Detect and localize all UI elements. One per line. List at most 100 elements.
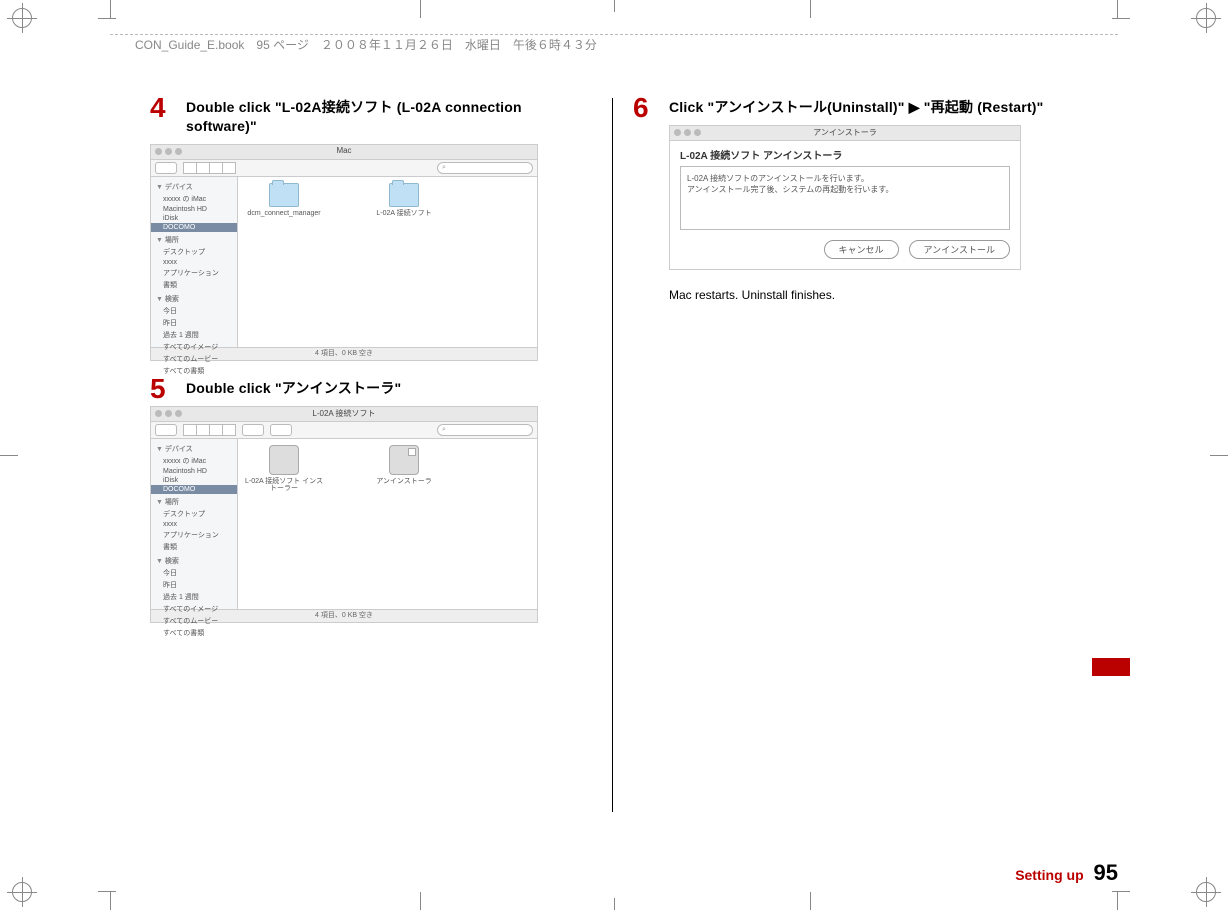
sidebar-item: xxxxx の iMac	[151, 455, 237, 467]
crop-mark	[0, 455, 18, 456]
sidebar-heading: ▼ デバイス	[151, 179, 237, 193]
item-label: L-02A 接続ソフト インストーラー	[244, 478, 324, 493]
page-footer: Setting up 95	[1015, 860, 1118, 886]
finder-main-pane: dcm_connect_manager L-02A 接続ソフト	[238, 177, 537, 347]
registration-mark	[1196, 882, 1216, 902]
quicklook-icon	[242, 424, 264, 436]
installer-item: L-02A 接続ソフト インストーラー	[244, 445, 324, 493]
sidebar-heading: ▼ 検索	[151, 553, 237, 567]
dialog-line: L-02A 接続ソフトのアンインストールを行います。	[687, 173, 1003, 184]
sidebar-item: すべてのイメージ	[151, 603, 237, 615]
crop-mark	[110, 0, 111, 18]
folder-icon	[389, 183, 419, 207]
package-icon	[269, 445, 299, 475]
sidebar-item-selected: DOCOMO	[151, 223, 237, 232]
crop-mark	[810, 892, 811, 910]
sidebar-item: 今日	[151, 567, 237, 579]
sidebar-item: xxxx	[151, 258, 237, 267]
sidebar-heading: ▼ デバイス	[151, 441, 237, 455]
back-forward-icon	[155, 424, 177, 436]
cancel-button[interactable]: キャンセル	[824, 240, 899, 259]
crop-mark	[614, 898, 615, 910]
folder-item: L-02A 接続ソフト	[364, 183, 444, 218]
section-tab-red	[1092, 658, 1130, 676]
sidebar-item: 過去 1 週間	[151, 591, 237, 603]
sidebar-item: 書類	[151, 541, 237, 553]
section-label: Setting up	[1015, 867, 1083, 883]
screenshot-finder-mac: Mac ⌕ ▼ デバイス xxxxx の iMac Macintosh HD i…	[150, 144, 538, 361]
sidebar-item: アプリケーション	[151, 529, 237, 541]
window-title: Mac	[151, 146, 537, 155]
dialog-line: アンインストール完了後、システムの再起動を行います。	[687, 184, 1003, 195]
search-field: ⌕	[437, 424, 533, 436]
crop-mark	[420, 892, 421, 910]
screenshot-uninstall-dialog: アンインストーラ L-02A 接続ソフト アンインストーラ L-02A 接続ソフ…	[669, 125, 1021, 270]
window-title: アンインストーラ	[670, 127, 1020, 138]
sidebar-item: 過去 1 週間	[151, 329, 237, 341]
step-5: 5 Double click "アンインストーラ"	[150, 379, 595, 398]
window-title: L-02A 接続ソフト	[151, 408, 537, 419]
window-titlebar: L-02A 接続ソフト	[151, 407, 537, 422]
sidebar-item: xxxx	[151, 520, 237, 529]
screenshot-finder-l02a: L-02A 接続ソフト ⌕ ▼ デバイス xxxxx の iMac Mac	[150, 406, 538, 623]
window-titlebar: Mac	[151, 145, 537, 160]
crop-mark	[614, 0, 615, 12]
view-switcher-icon	[183, 424, 236, 436]
column-divider	[612, 98, 613, 812]
finder-toolbar: ⌕	[151, 160, 537, 177]
action-gear-icon	[270, 424, 292, 436]
sidebar-item: デスクトップ	[151, 246, 237, 258]
finder-sidebar: ▼ デバイス xxxxx の iMac Macintosh HD iDisk D…	[151, 439, 238, 609]
uninstaller-item: アンインストーラ	[364, 445, 444, 486]
item-label: アンインストーラ	[376, 478, 432, 486]
finder-main-pane: L-02A 接続ソフト インストーラー アンインストーラ	[238, 439, 537, 609]
sidebar-item: iDisk	[151, 476, 237, 485]
step-6: 6 Click "アンインストール(Uninstall)" ▶ "再起動 (Re…	[633, 98, 1078, 117]
step-number: 6	[633, 94, 649, 122]
header-dashed-line	[110, 34, 1118, 35]
back-forward-icon	[155, 162, 177, 174]
folder-label: dcm_connect_manager	[247, 210, 320, 218]
sidebar-item: デスクトップ	[151, 508, 237, 520]
sidebar-item: Macintosh HD	[151, 467, 237, 476]
step-number: 5	[150, 375, 166, 403]
uninstall-button[interactable]: アンインストール	[909, 240, 1010, 259]
content-area: 4 Double click "L-02A接続ソフト (L-02A connec…	[150, 98, 1078, 812]
sidebar-heading: ▼ 場所	[151, 494, 237, 508]
search-field: ⌕	[437, 162, 533, 174]
registration-mark	[12, 8, 32, 28]
sidebar-item: アプリケーション	[151, 267, 237, 279]
view-switcher-icon	[183, 162, 236, 174]
registration-mark	[12, 882, 32, 902]
step-text: Double click "アンインストーラ"	[186, 379, 595, 398]
sidebar-item: xxxxx の iMac	[151, 193, 237, 205]
left-column: 4 Double click "L-02A接続ソフト (L-02A connec…	[150, 98, 595, 812]
sidebar-item-selected: DOCOMO	[151, 485, 237, 494]
sidebar-item: すべてのムービー	[151, 615, 237, 627]
dialog-message-box: L-02A 接続ソフトのアンインストールを行います。 アンインストール完了後、シ…	[680, 166, 1010, 230]
sidebar-item: すべてのイメージ	[151, 341, 237, 353]
dialog-heading: L-02A 接続ソフト アンインストーラ	[680, 147, 1010, 162]
crop-mark	[1210, 455, 1228, 456]
right-column: 6 Click "アンインストール(Uninstall)" ▶ "再起動 (Re…	[633, 98, 1078, 812]
step-note: Mac restarts. Uninstall finishes.	[669, 288, 1078, 302]
crop-mark	[420, 0, 421, 18]
registration-mark	[1196, 8, 1216, 28]
crop-mark	[110, 892, 111, 910]
page: CON_Guide_E.book 95 ページ ２００８年１１月２６日 水曜日 …	[0, 0, 1228, 910]
step-text: Double click "L-02A接続ソフト (L-02A connecti…	[186, 98, 595, 136]
page-number: 95	[1094, 860, 1118, 885]
step-number: 4	[150, 94, 166, 122]
running-header: CON_Guide_E.book 95 ページ ２００８年１１月２６日 水曜日 …	[110, 18, 1118, 53]
crop-mark	[1117, 892, 1118, 910]
crop-mark	[810, 0, 811, 18]
folder-label: L-02A 接続ソフト	[376, 210, 431, 218]
sidebar-item: すべてのムービー	[151, 353, 237, 365]
sidebar-item: 昨日	[151, 579, 237, 591]
sidebar-item: すべての書類	[151, 627, 237, 639]
window-titlebar: アンインストーラ	[670, 126, 1020, 141]
sidebar-item: 昨日	[151, 317, 237, 329]
sidebar-item: 今日	[151, 305, 237, 317]
sidebar-item: 書類	[151, 279, 237, 291]
sidebar-item: Macintosh HD	[151, 205, 237, 214]
